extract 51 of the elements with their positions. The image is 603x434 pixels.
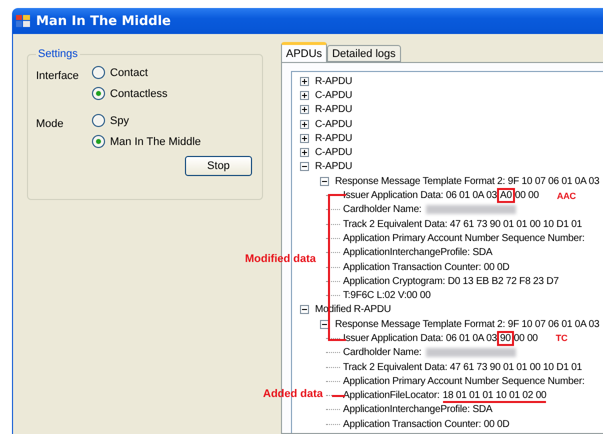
group-title: Settings — [37, 48, 79, 60]
expand-icon[interactable] — [300, 120, 309, 129]
tree-item[interactable]: Track 2 Equivalent Data: 47 61 73 90 01 01 00 10 D1 01 — [343, 218, 582, 231]
tree-item[interactable]: Application Primary Account Number Sequence Number: — [343, 232, 585, 245]
window-title: Man In The Middle — [36, 14, 171, 28]
tree-item[interactable]: R-APDU — [315, 132, 352, 145]
radio-option[interactable]: Spy — [92, 114, 262, 127]
tree-item[interactable]: Cardholder Name: — [343, 346, 422, 360]
tree-item[interactable]: Issuer Application Data: 06 01 0A 03 90 00 00 — [343, 332, 538, 345]
expand-icon[interactable] — [300, 90, 309, 100]
tree-item[interactable]: C-APDU — [315, 118, 352, 131]
tree-item[interactable]: C-APDU — [315, 146, 352, 160]
tree-item[interactable]: Issuer Application Data: 06 01 0A 03 A0 00 00 — [343, 189, 539, 202]
expand-icon[interactable] — [300, 76, 309, 86]
tree-item[interactable]: Application Transaction Counter: 00 0D — [343, 418, 510, 431]
radio-option[interactable]: Contact — [92, 66, 262, 79]
tree-item[interactable]: Application Transaction Counter: 00 0D — [343, 260, 510, 274]
tree-item[interactable]: R-APDU — [315, 160, 352, 174]
tree-item[interactable]: ApplicationInterchangeProfile: SDA — [343, 403, 492, 416]
radio-option[interactable]: Man In The Middle — [92, 135, 262, 148]
tab[interactable]: Detailed logs — [327, 45, 401, 62]
tree-item[interactable]: T:9F6C L:02 V:00 00 — [343, 289, 431, 302]
expand-icon[interactable] — [300, 134, 309, 143]
tree-item[interactable]: Application Cryptogram: D0 13 EB B2 72 F8 23 D7 — [343, 274, 559, 288]
expand-icon[interactable] — [300, 105, 309, 114]
collapse-icon[interactable] — [300, 305, 309, 314]
stop-button[interactable]: Stop — [185, 156, 252, 176]
tree-item[interactable]: R-APDU — [315, 103, 352, 116]
tree-item[interactable]: ApplicationFileLocator: 18 01 01 01 10 01 02 00 — [343, 389, 546, 402]
app-icon — [16, 15, 30, 27]
annotation-label: Added data — [263, 388, 323, 400]
radio-option[interactable]: Contactless — [92, 87, 262, 100]
annotation-label: TC — [556, 333, 568, 344]
tree-item[interactable]: Response Message Template Format 2: 9F 10 07 06 01 0A 03 — [335, 318, 600, 331]
collapse-icon[interactable] — [320, 176, 329, 186]
field-label: Interface — [36, 69, 80, 83]
tab[interactable]: APDUs — [281, 42, 328, 62]
expand-icon[interactable] — [300, 148, 309, 158]
tree-item[interactable]: Track 2 Equivalent Data: 47 61 73 90 01 01 00 10 D1 01 — [343, 360, 582, 374]
tree-item[interactable]: ApplicationInterchangeProfile: SDA — [343, 246, 492, 260]
collapse-icon[interactable] — [300, 162, 309, 172]
tree-item[interactable]: C-APDU — [315, 88, 352, 102]
tree-item[interactable]: R-APDU — [315, 74, 352, 88]
annotation-label: AAC — [556, 190, 576, 201]
tree-item[interactable]: Response Message Template Format 2: 9F 10 07 06 01 0A 03 — [335, 174, 600, 188]
leader-line — [332, 395, 345, 397]
collapse-icon[interactable] — [320, 320, 329, 329]
field-label: Mode — [36, 117, 65, 131]
annotation-label: Modified data — [245, 253, 316, 265]
tree-item[interactable]: Application Primary Account Number Sequence Number: — [343, 374, 585, 388]
tree-item[interactable]: Cardholder Name: — [343, 203, 422, 216]
